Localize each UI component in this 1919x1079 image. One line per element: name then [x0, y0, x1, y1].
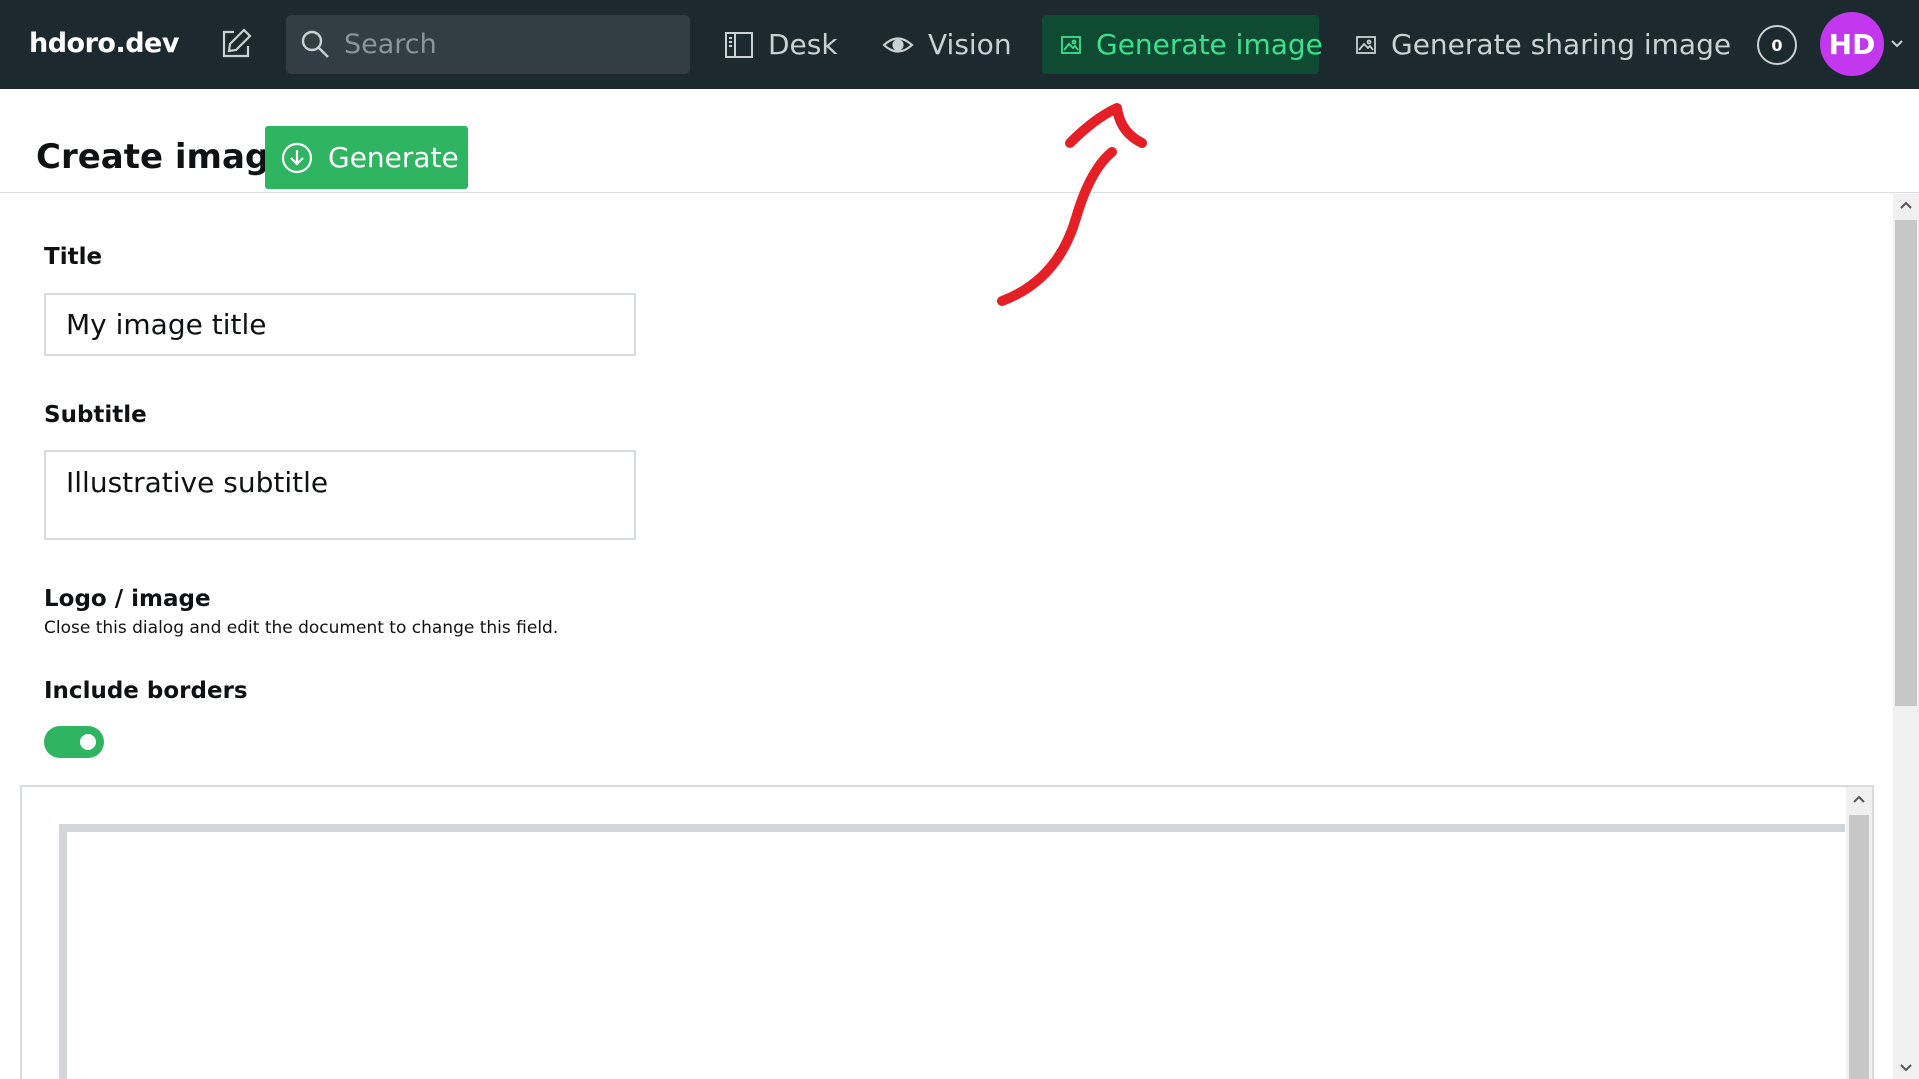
preview-canvas: [59, 824, 1845, 1079]
generate-button[interactable]: Generate: [265, 126, 468, 189]
nav-item-generate-image[interactable]: Generate image: [1042, 15, 1323, 74]
chevron-up-icon[interactable]: [1893, 194, 1919, 218]
brand-logo[interactable]: hdoro.dev: [29, 28, 179, 59]
page-title: Create image: [36, 137, 293, 177]
preview-scrollbar[interactable]: [1846, 787, 1872, 1079]
borders-label: Include borders: [44, 678, 248, 704]
subtitle-label: Subtitle: [44, 402, 147, 428]
search-icon: [300, 29, 330, 59]
desk-icon: [724, 30, 754, 60]
title-label: Title: [44, 244, 103, 270]
search-box[interactable]: [286, 15, 690, 74]
nav-item-label: Vision: [928, 28, 1012, 61]
nav-item-desk[interactable]: Desk: [724, 15, 838, 74]
logo-label: Logo / image: [44, 586, 211, 612]
search-input[interactable]: [344, 15, 674, 74]
nav-item-label: Generate image: [1096, 28, 1323, 61]
notification-badge[interactable]: 0: [1757, 25, 1797, 65]
nav-item-label: Generate sharing image: [1391, 28, 1732, 61]
nav-item-generate-sharing-image[interactable]: Generate sharing image: [1355, 15, 1731, 74]
top-navbar: hdoro.dev Desk: [0, 0, 1919, 89]
dialog-header: Create image Generate: [0, 89, 1919, 193]
image-icon: [1355, 34, 1377, 56]
preview-scrollbar-thumb[interactable]: [1849, 815, 1869, 1079]
nav-item-label: Desk: [768, 28, 838, 61]
scrollbar-thumb[interactable]: [1895, 220, 1917, 706]
image-preview: [20, 785, 1874, 1079]
avatar[interactable]: HD: [1820, 12, 1884, 76]
chevron-up-icon[interactable]: [1846, 787, 1872, 813]
subtitle-textarea[interactable]: Illustrative subtitle: [44, 450, 636, 540]
download-circle-icon: [280, 141, 314, 175]
logo-description: Close this dialog and edit the document …: [44, 618, 559, 638]
toggle-knob: [80, 734, 96, 750]
image-icon: [1060, 34, 1082, 56]
eye-icon: [882, 30, 914, 60]
annotation-arrow-icon: [997, 103, 1147, 306]
compose-icon[interactable]: [218, 26, 254, 62]
vertical-scrollbar[interactable]: [1893, 194, 1919, 1079]
generate-button-label: Generate: [328, 141, 459, 174]
image-form: Title Subtitle Illustrative subtitle Log…: [0, 194, 1893, 1079]
chevron-down-icon[interactable]: [1893, 1055, 1919, 1079]
chevron-down-icon[interactable]: [1889, 36, 1905, 52]
nav-item-vision[interactable]: Vision: [882, 15, 1012, 74]
title-input[interactable]: [44, 293, 636, 356]
include-borders-toggle[interactable]: [44, 726, 104, 758]
